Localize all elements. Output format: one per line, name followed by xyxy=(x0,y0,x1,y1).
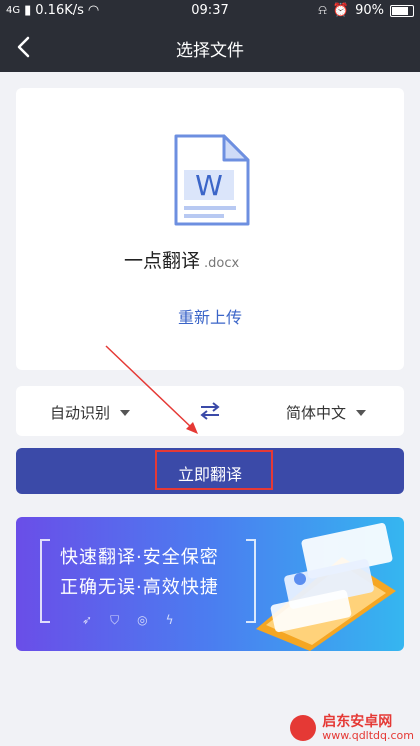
watermark-logo-icon xyxy=(290,715,317,741)
target-language-label: 简体中文 xyxy=(285,404,346,422)
mute-icon: ⍾ xyxy=(318,3,327,18)
rocket-icon: ➶ xyxy=(82,613,93,627)
file-name: 一点翻译 .docx xyxy=(124,246,239,273)
source-language-select[interactable]: 自动识别 xyxy=(50,402,131,423)
word-document-icon: W xyxy=(174,134,250,226)
file-card: W 一点翻译 .docx 重新上传 xyxy=(16,88,404,370)
translate-button[interactable]: 立即翻译 xyxy=(16,448,404,494)
target-icon: ◎ xyxy=(137,613,148,627)
banner-bracket xyxy=(40,539,50,623)
target-language-select[interactable]: 简体中文 xyxy=(286,402,366,423)
watermark-url: www.qdltdq.com xyxy=(322,729,414,742)
file-name-label: 一点翻译 xyxy=(124,250,201,272)
status-bar: 4G ▮ 0.16K/s ◠ 09:37 ⍾ ⏰ 90% xyxy=(0,0,420,22)
nav-bar: 选择文件 xyxy=(0,22,420,72)
battery-icon xyxy=(390,4,414,17)
swap-languages-icon[interactable] xyxy=(198,401,222,421)
banner-text: 快速翻译·安全保密 正确无误·高效快捷 xyxy=(60,543,219,603)
annotation-highlight-box xyxy=(155,450,273,490)
language-selector: 自动识别 简体中文 xyxy=(16,386,404,436)
shield-icon: ⛉ xyxy=(110,613,120,627)
file-extension: .docx xyxy=(204,256,240,271)
watermark-name: 启东安卓网 xyxy=(322,714,393,730)
source-language-label: 自动识别 xyxy=(50,404,111,422)
battery-percent: 90% xyxy=(355,3,384,18)
lightning-icon: ϟ xyxy=(165,613,174,627)
chevron-down-icon xyxy=(120,409,131,416)
chevron-down-icon xyxy=(356,409,366,416)
promo-banner[interactable]: 快速翻译·安全保密 正确无误·高效快捷 ➶ ⛉ ◎ ϟ xyxy=(16,517,404,651)
phone-illustration xyxy=(256,523,396,651)
alarm-icon: ⏰ xyxy=(332,3,350,18)
banner-line-1: 快速翻译·安全保密 xyxy=(60,547,219,568)
watermark: 启东安卓网 www.qdltdq.com xyxy=(290,714,414,742)
status-time: 09:37 xyxy=(191,3,229,18)
reupload-link[interactable]: 重新上传 xyxy=(16,304,404,328)
doc-letter: W xyxy=(195,169,223,202)
banner-feature-icons: ➶ ⛉ ◎ ϟ xyxy=(82,613,173,628)
page-title: 选择文件 xyxy=(176,41,244,61)
banner-line-2: 正确无误·高效快捷 xyxy=(60,577,219,598)
